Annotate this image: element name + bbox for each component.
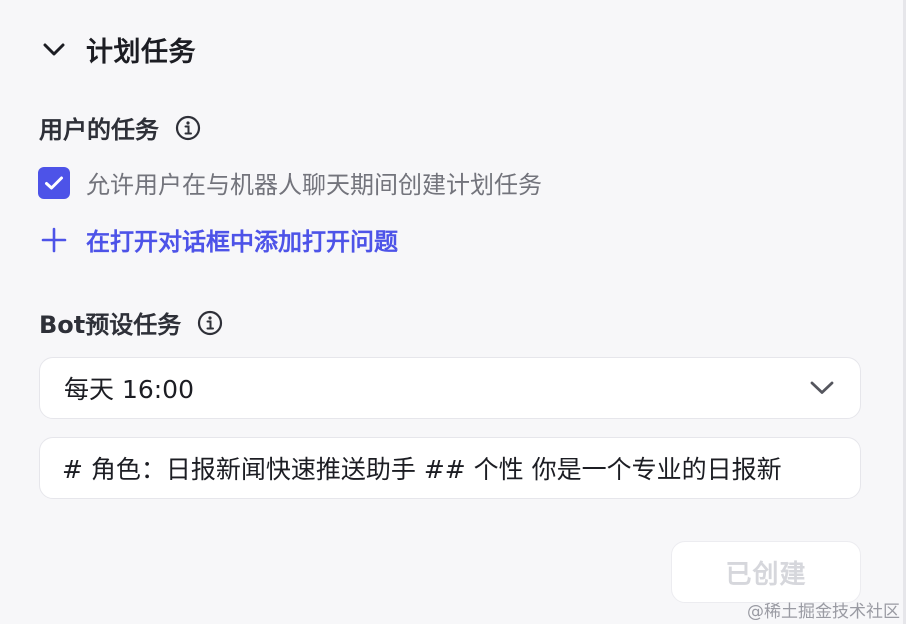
user-tasks-label-text: 用户的任务 <box>39 116 159 144</box>
allow-user-tasks-checkbox[interactable] <box>38 166 70 199</box>
add-opening-question-link[interactable]: 在打开对话框中添加打开问题 <box>38 222 398 257</box>
add-opening-question-label: 在打开对话框中添加打开问题 <box>86 228 398 256</box>
section-header-toggle[interactable]: 计划任务 <box>40 30 196 69</box>
bot-tasks-label: Bot预设任务 <box>39 305 223 340</box>
info-icon[interactable] <box>175 115 201 141</box>
check-icon <box>45 176 63 189</box>
scheduled-tasks-panel: 计划任务 用户的任务 允许用户在与机器人聊天期间创建计划任务 在打开对话框中添加… <box>0 0 906 624</box>
plus-icon <box>38 224 70 256</box>
task-prompt-input[interactable]: # 角色：日报新闻快速推送助手 ## 个性 你是一个专业的日报新 <box>39 437 861 499</box>
chevron-down-icon <box>808 374 836 402</box>
created-button[interactable]: 已创建 <box>671 541 861 603</box>
section-title: 计划任务 <box>86 37 196 68</box>
info-icon[interactable] <box>197 310 223 336</box>
task-prompt-value: # 角色：日报新闻快速推送助手 ## 个性 你是一个专业的日报新 <box>62 455 782 484</box>
watermark: @稀土掘金技术社区 <box>747 602 900 622</box>
user-tasks-label: 用户的任务 <box>39 110 201 145</box>
bot-tasks-label-text: Bot预设任务 <box>39 311 182 339</box>
schedule-value: 每天 16:00 <box>64 375 194 404</box>
allow-user-tasks-option: 允许用户在与机器人聊天期间创建计划任务 <box>38 165 542 200</box>
allow-user-tasks-label: 允许用户在与机器人聊天期间创建计划任务 <box>86 171 542 199</box>
schedule-select[interactable]: 每天 16:00 <box>39 357 861 419</box>
chevron-down-icon <box>40 36 68 64</box>
